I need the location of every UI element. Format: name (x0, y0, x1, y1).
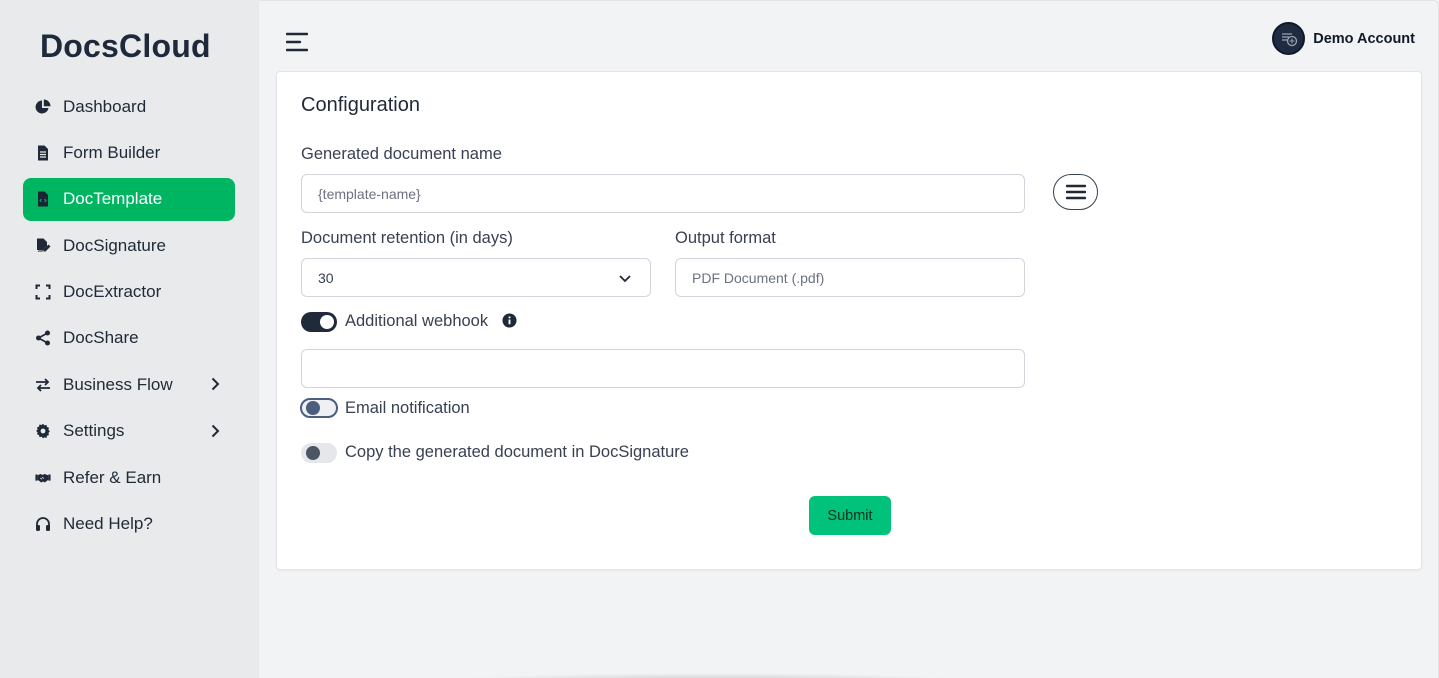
sidebar-item-docshare[interactable]: DocShare (23, 317, 235, 360)
sidebar-item-form-builder[interactable]: Form Builder (23, 131, 235, 174)
arrows-exchange-icon (34, 376, 52, 394)
webhook-url-input[interactable] (301, 349, 1025, 388)
sidebar-item-settings[interactable]: Settings (23, 410, 235, 453)
output-format-input[interactable] (675, 258, 1025, 297)
toggle-knob (306, 401, 320, 415)
sidebar-item-label: Form Builder (63, 142, 161, 162)
configuration-card: Configuration Generated document name Do… (276, 71, 1422, 570)
sidebar-item-doctemplate[interactable]: DocTemplate (23, 177, 235, 221)
chevron-right-icon (211, 378, 220, 391)
file-text-icon (34, 144, 52, 162)
sidebar-item-label: DocTemplate (63, 189, 163, 209)
toggle-knob (320, 315, 334, 329)
sidebar-item-label: Business Flow (63, 374, 173, 394)
handshake-icon (34, 469, 52, 487)
account-menu[interactable]: Demo Account (1272, 22, 1415, 55)
page-title: Configuration (301, 94, 420, 116)
brand-logo[interactable]: DocsCloud (40, 28, 211, 65)
copy-docsignature-toggle[interactable] (301, 443, 337, 463)
avatar (1272, 22, 1306, 55)
sidebar-item-label: Need Help? (63, 514, 153, 534)
account-name: Demo Account (1313, 30, 1415, 47)
info-icon[interactable] (502, 313, 517, 328)
output-format-label: Output format (675, 229, 776, 247)
email-notification-toggle[interactable] (300, 398, 338, 418)
scan-icon (34, 283, 52, 301)
sidebar-item-label: DocExtractor (63, 282, 162, 302)
sidebar-item-label: DocShare (63, 328, 139, 348)
doc-name-label: Generated document name (301, 145, 502, 163)
copy-docsignature-label: Copy the generated document in DocSignat… (345, 443, 689, 461)
headset-icon (34, 515, 52, 533)
retention-select[interactable]: 30 (301, 258, 651, 297)
main-area: Demo Account Configuration Generated doc… (259, 0, 1439, 678)
email-notification-label: Email notification (345, 399, 470, 417)
webhook-label: Additional webhook (345, 312, 489, 330)
list-icon (1065, 184, 1086, 200)
webhook-toggle[interactable] (301, 312, 337, 332)
sidebar-item-docextractor[interactable]: DocExtractor (23, 271, 235, 314)
submit-button[interactable]: Submit (809, 496, 891, 535)
sidebar-item-need-help[interactable]: Need Help? (23, 503, 235, 546)
sidebar-item-label: Refer & Earn (63, 467, 162, 487)
chevron-right-icon (211, 424, 220, 437)
chevron-down-icon (619, 275, 631, 283)
sidebar: DocsCloud Dashboard Form Builder DocTemp… (0, 0, 259, 678)
doc-name-input[interactable] (301, 174, 1025, 213)
variables-menu-button[interactable] (1053, 174, 1098, 210)
file-code-icon (34, 190, 52, 208)
sidebar-item-dashboard[interactable]: Dashboard (23, 85, 235, 128)
sidebar-item-label: Settings (63, 421, 125, 441)
pie-chart-icon (34, 98, 52, 116)
file-signature-icon (34, 237, 52, 255)
sidebar-item-label: DocSignature (63, 235, 167, 255)
retention-value: 30 (318, 269, 334, 286)
sidebar-item-docsignature[interactable]: DocSignature (23, 224, 235, 267)
share-icon (34, 329, 52, 347)
toggle-knob (306, 446, 320, 460)
sidebar-nav: Dashboard Form Builder DocTemplate DocSi… (23, 85, 235, 549)
sidebar-item-refer-earn[interactable]: Refer & Earn (23, 456, 235, 499)
floating-shadow (419, 673, 999, 678)
gear-icon (34, 422, 52, 440)
hamburger-menu-icon[interactable] (286, 32, 308, 52)
retention-label: Document retention (in days) (301, 229, 513, 247)
sidebar-item-label: Dashboard (63, 96, 147, 116)
sidebar-item-business-flow[interactable]: Business Flow (23, 363, 235, 406)
